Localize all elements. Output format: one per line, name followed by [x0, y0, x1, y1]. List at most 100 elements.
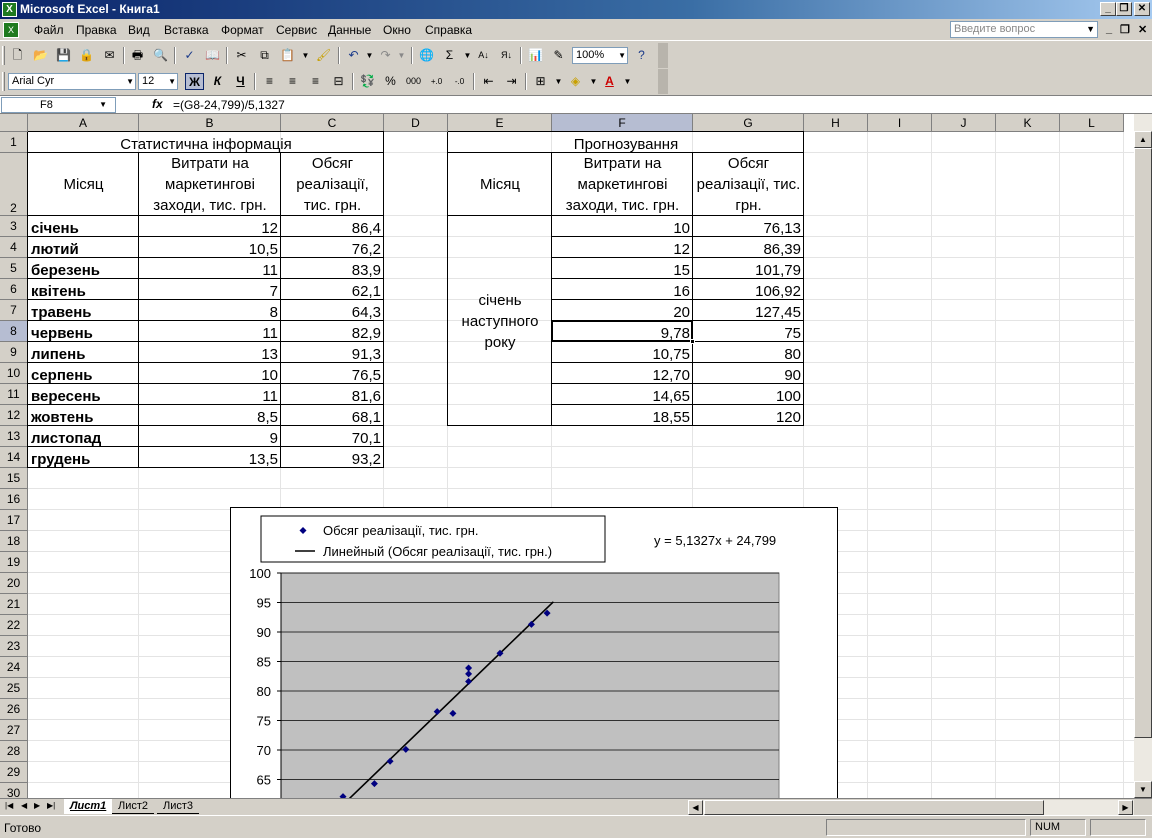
column-header-h[interactable]: H	[804, 114, 868, 132]
forecast-expense-cell[interactable]: 9,78	[552, 321, 693, 342]
stat-month-cell[interactable]: липень	[28, 342, 139, 363]
stat-expense-cell[interactable]: 13	[139, 342, 281, 363]
menu-tools[interactable]: Сервис	[276, 23, 317, 37]
doc-close-button[interactable]: ✕	[1138, 23, 1147, 36]
stat-month-cell[interactable]: березень	[28, 258, 139, 279]
stat-month-cell[interactable]: вересень	[28, 384, 139, 405]
doc-restore-button[interactable]: ❐	[1120, 23, 1130, 36]
last-sheet-icon[interactable]: ▶|	[47, 801, 55, 810]
row-header-22[interactable]: 22	[0, 615, 28, 636]
save-icon[interactable]: 💾	[54, 47, 73, 64]
forecast-sales-cell[interactable]: 76,13	[693, 216, 804, 237]
help-icon[interactable]: ?	[632, 47, 651, 64]
column-header-j[interactable]: J	[932, 114, 996, 132]
stat-title-cell[interactable]: Статистична інформація	[28, 132, 384, 153]
row-header-21[interactable]: 21	[0, 594, 28, 615]
paste-dropdown-icon[interactable]: ▼	[296, 47, 315, 64]
select-all-corner[interactable]	[0, 114, 28, 132]
row-header-26[interactable]: 26	[0, 699, 28, 720]
menu-edit[interactable]: Правка	[76, 23, 117, 37]
cut-icon[interactable]: ✂	[232, 47, 251, 64]
row-header-25[interactable]: 25	[0, 678, 28, 699]
column-header-l[interactable]: L	[1060, 114, 1124, 132]
menu-data[interactable]: Данные	[328, 23, 371, 37]
stat-month-cell[interactable]: жовтень	[28, 405, 139, 426]
name-box[interactable]: F8 ▼	[1, 97, 116, 113]
spelling-icon[interactable]: ✓	[180, 47, 199, 64]
stat-expense-cell[interactable]: 11	[139, 384, 281, 405]
redo-dropdown-icon[interactable]: ▼	[392, 47, 411, 64]
scatter-chart[interactable]: Обсяг реалізації, тис. грн. Линейный (Об…	[230, 507, 838, 798]
copy-icon[interactable]: ⧉	[255, 47, 274, 64]
stat-expense-cell[interactable]: 12	[139, 216, 281, 237]
research-icon[interactable]: 📖	[203, 47, 222, 64]
row-header-4[interactable]: 4	[0, 237, 28, 258]
stat-sales-cell[interactable]: 81,6	[281, 384, 384, 405]
vertical-scrollbar[interactable]: ▲ ▼	[1134, 114, 1152, 798]
forecast-header-sales[interactable]: Обсяг реалізації, тис. грн.	[693, 153, 804, 216]
stat-header-month[interactable]: Місяц	[28, 153, 139, 216]
row-header-19[interactable]: 19	[0, 552, 28, 573]
forecast-sales-cell[interactable]: 127,45	[693, 300, 804, 321]
restore-button[interactable]: ❐	[1116, 2, 1132, 16]
row-header-9[interactable]: 9	[0, 342, 28, 363]
stat-month-cell[interactable]: лютий	[28, 237, 139, 258]
print-icon[interactable]: 🖶	[128, 47, 147, 64]
stat-month-cell[interactable]: червень	[28, 321, 139, 342]
bold-button[interactable]: Ж	[185, 73, 204, 90]
stat-month-cell[interactable]: серпень	[28, 363, 139, 384]
workbook-icon[interactable]: X	[3, 22, 19, 38]
forecast-expense-cell[interactable]: 15	[552, 258, 693, 279]
row-header-23[interactable]: 23	[0, 636, 28, 657]
row-header-8[interactable]: 8	[0, 321, 28, 342]
forecast-month-cell[interactable]: січень наступного року	[448, 216, 552, 426]
toolbar-options[interactable]	[658, 69, 668, 94]
stat-month-cell[interactable]: травень	[28, 300, 139, 321]
stat-month-cell[interactable]: грудень	[28, 447, 139, 468]
row-header-1[interactable]: 1	[0, 132, 28, 153]
forecast-expense-cell[interactable]: 10,75	[552, 342, 693, 363]
forecast-sales-cell[interactable]: 101,79	[693, 258, 804, 279]
row-header-17[interactable]: 17	[0, 510, 28, 531]
new-icon[interactable]: 🗋	[8, 47, 27, 64]
column-header-a[interactable]: A	[28, 114, 139, 132]
decrease-indent-icon[interactable]: ⇤	[479, 73, 498, 90]
decrease-decimal-icon[interactable]: -.0	[450, 73, 469, 90]
plot-area[interactable]	[280, 572, 780, 798]
sheet-tab-2[interactable]: Лист2	[112, 799, 155, 814]
stat-month-cell[interactable]: листопад	[28, 426, 139, 447]
italic-button[interactable]: К	[208, 73, 227, 90]
row-header-10[interactable]: 10	[0, 363, 28, 384]
row-header-27[interactable]: 27	[0, 720, 28, 741]
sort-ascending-icon[interactable]: A↓	[474, 47, 493, 64]
merge-center-icon[interactable]: ⊟	[329, 73, 348, 90]
column-header-c[interactable]: C	[281, 114, 384, 132]
row-header-11[interactable]: 11	[0, 384, 28, 405]
row-header-2[interactable]: 2	[0, 153, 28, 216]
chevron-down-icon[interactable]: ▼	[168, 74, 176, 89]
autosum-icon[interactable]: Σ	[440, 47, 459, 64]
chart-wizard-icon[interactable]: 📊	[526, 47, 545, 64]
row-header-20[interactable]: 20	[0, 573, 28, 594]
prev-sheet-icon[interactable]: ◀	[21, 801, 27, 810]
increase-indent-icon[interactable]: ⇥	[502, 73, 521, 90]
chevron-down-icon[interactable]: ▼	[618, 48, 626, 63]
minimize-button[interactable]: _	[1100, 2, 1116, 16]
horizontal-scroll-thumb[interactable]	[704, 800, 1044, 815]
column-header-d[interactable]: D	[384, 114, 448, 132]
excel-icon[interactable]: X	[2, 2, 17, 17]
paste-icon[interactable]: 📋	[278, 47, 297, 64]
sheet-tab-3[interactable]: Лист3	[157, 799, 200, 814]
stat-header-sales[interactable]: Обсяг реалізації, тис. грн.	[281, 153, 384, 216]
menu-format[interactable]: Формат	[221, 23, 264, 37]
forecast-expense-cell[interactable]: 10	[552, 216, 693, 237]
row-header-18[interactable]: 18	[0, 531, 28, 552]
forecast-expense-cell[interactable]: 18,55	[552, 405, 693, 426]
font-select[interactable]: Arial Cyr ▼	[8, 73, 136, 90]
chevron-down-icon[interactable]: ▼	[126, 74, 134, 89]
row-header-12[interactable]: 12	[0, 405, 28, 426]
row-header-30[interactable]: 30	[0, 783, 28, 798]
row-header-5[interactable]: 5	[0, 258, 28, 279]
email-icon[interactable]: ✉	[100, 47, 119, 64]
forecast-sales-cell[interactable]: 100	[693, 384, 804, 405]
